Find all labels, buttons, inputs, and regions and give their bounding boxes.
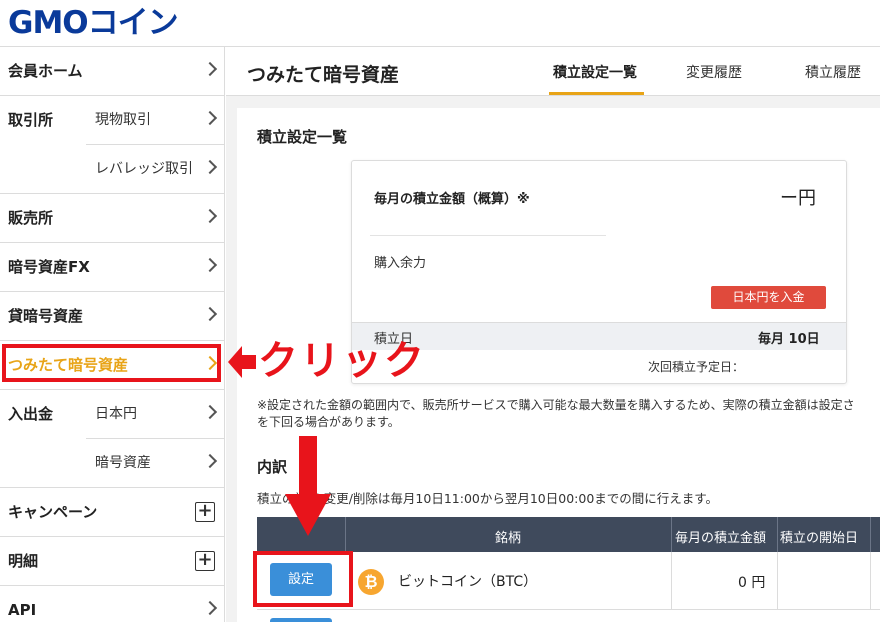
sidebar-item-spot-trading[interactable]: 現物取引 xyxy=(86,96,225,145)
plus-icon: + xyxy=(195,502,215,522)
deposit-jpy-button[interactable]: 日本円を入金 xyxy=(711,286,826,309)
chevron-right-icon xyxy=(202,61,218,77)
chevron-right-icon xyxy=(202,159,218,175)
sidebar-item-api[interactable]: API xyxy=(0,586,225,622)
sidebar-item-leverage-trading[interactable]: レバレッジ取引 xyxy=(86,145,225,194)
down-arrow-icon xyxy=(285,436,331,536)
monthly-amount-value: ー円 xyxy=(780,188,816,209)
coin-name: ビットコイン（BTC） xyxy=(398,574,538,590)
chevron-right-icon xyxy=(202,404,218,420)
click-annotation: クリック xyxy=(258,338,426,384)
tab-settings-list[interactable]: 積立設定一覧 xyxy=(553,62,637,82)
next-date-label: 次回積立予定日： xyxy=(648,360,745,374)
tab-accumulation-history[interactable]: 積立履歴 xyxy=(805,62,861,82)
sidebar-item-sales-office[interactable]: 販売所 xyxy=(0,194,225,243)
card-divider xyxy=(370,235,606,236)
bitcoin-icon: ₿ xyxy=(358,569,384,595)
chevron-right-icon xyxy=(202,110,218,126)
cell-separator xyxy=(870,552,871,610)
monthly-amount-label: 毎月の積立金額（概算）※ xyxy=(374,192,530,207)
sidebar-item-statement[interactable]: 明細 + xyxy=(0,537,225,586)
cell-separator xyxy=(671,552,672,610)
chevron-right-icon xyxy=(202,600,218,616)
header-separator xyxy=(870,517,871,552)
left-arrow-icon xyxy=(228,346,256,378)
monthly-amount-cell: 0 円 xyxy=(738,575,766,591)
highlight-box-sidebar xyxy=(2,344,221,382)
sidebar-item-crypto-assets[interactable]: 暗号資産 xyxy=(86,439,225,488)
header-separator xyxy=(671,517,672,552)
chevron-right-icon xyxy=(202,306,218,322)
chevron-right-icon xyxy=(202,453,218,469)
notice-text: ※設定された金額の範囲内で、販売所サービスで購入可能な最大数量を購入するため、実… xyxy=(257,398,855,429)
tab-change-history[interactable]: 変更履歴 xyxy=(686,62,742,82)
chevron-right-icon xyxy=(202,208,218,224)
sidebar-item-crypto-lending[interactable]: 貸暗号資産 xyxy=(0,292,225,341)
section-title: 積立設定一覧 xyxy=(257,128,348,146)
header-separator xyxy=(777,517,778,552)
setting-button-next-row[interactable] xyxy=(270,618,332,622)
column-header-start-date: 積立の開始日 xyxy=(780,531,859,546)
sidebar-item-campaign[interactable]: キャンペーン + xyxy=(0,488,225,537)
sidebar-item-member-home[interactable]: 会員ホーム xyxy=(0,47,225,96)
buying-power-label: 購入余力 xyxy=(374,256,427,271)
column-header-symbol: 銘柄 xyxy=(495,531,522,546)
sidebar-item-crypto-fx[interactable]: 暗号資産FX xyxy=(0,243,225,292)
breakdown-title: 内訳 xyxy=(257,458,288,476)
column-header-monthly-amount: 毎月の積立金額 xyxy=(675,531,767,546)
header-separator xyxy=(345,517,346,552)
sidebar-item-jpy[interactable]: 日本円 xyxy=(86,390,225,439)
sidebar: 会員ホーム 取引所 現物取引 レバレッジ取引 販売所 暗号資産FX 貸暗号資産 … xyxy=(0,47,225,622)
highlight-box-setting xyxy=(253,551,353,607)
chevron-right-icon xyxy=(202,257,218,273)
page-title: つみたて暗号資産 xyxy=(247,64,400,86)
cell-separator xyxy=(777,552,778,610)
gmo-coin-logo: GMOコイン xyxy=(8,5,179,41)
accumulation-date-value: 毎月 10日 xyxy=(758,332,820,347)
plus-icon: + xyxy=(195,551,215,571)
